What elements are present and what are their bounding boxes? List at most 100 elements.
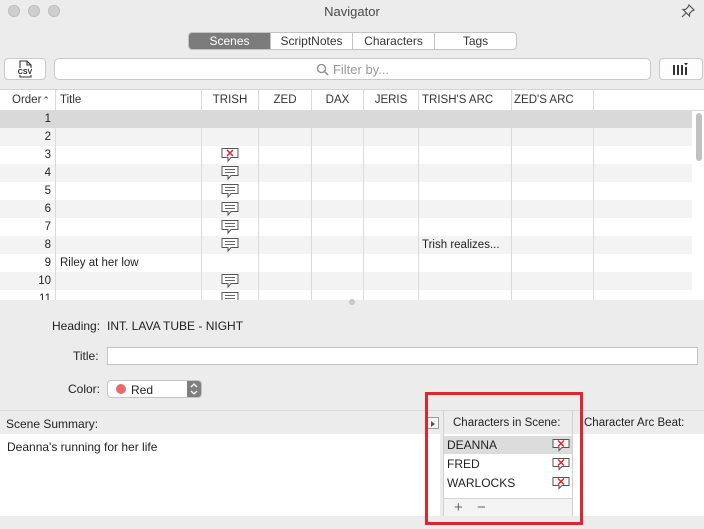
table-row[interactable]: 10 [0, 272, 692, 290]
trish-arc-cell [419, 182, 512, 200]
tab-tags[interactable]: Tags [435, 33, 516, 49]
table-row[interactable]: 5 [0, 182, 692, 200]
table-cell [312, 110, 364, 128]
updown-chevron-icon [187, 381, 201, 397]
table-row[interactable]: 4 [0, 164, 692, 182]
highlight-annotation [425, 392, 583, 525]
column-header-order[interactable]: Order⌃ [0, 90, 56, 110]
trish-cell [202, 272, 259, 290]
columns-icon [673, 63, 688, 75]
split-resize-handle[interactable] [349, 299, 355, 305]
trish-arc-cell [419, 254, 512, 272]
table-cell [512, 218, 594, 236]
trish-cell [202, 200, 259, 218]
column-header-title[interactable]: Title [56, 90, 202, 110]
trish-cell [202, 236, 259, 254]
column-header-trish-arc[interactable]: TRISH'S ARC [419, 90, 512, 110]
table-scrollbar-thumb[interactable] [696, 113, 702, 161]
table-row[interactable]: 3 [0, 146, 692, 164]
order-cell: 2 [0, 128, 56, 146]
order-cell: 5 [0, 182, 56, 200]
export-csv-button[interactable]: CSV [4, 58, 46, 80]
column-header-dax[interactable]: DAX [312, 90, 364, 110]
table-cell [364, 254, 419, 272]
note-removed-icon[interactable] [220, 147, 240, 164]
table-cell [259, 164, 312, 182]
title-cell [56, 146, 202, 164]
scenes-table: Order⌃ Title TRISH ZED DAX JERIS TRISH'S… [0, 89, 704, 300]
trish-cell [202, 128, 259, 146]
scene-summary-label: Scene Summary: [6, 417, 99, 431]
title-cell [56, 290, 202, 300]
title-cell [56, 110, 202, 128]
title-cell [56, 128, 202, 146]
table-header: Order⌃ Title TRISH ZED DAX JERIS TRISH'S… [0, 90, 704, 111]
table-row[interactable]: 1 [0, 110, 692, 128]
color-value: Red [131, 383, 154, 397]
table-cell [259, 218, 312, 236]
order-cell: 10 [0, 272, 56, 290]
trish-arc-cell [419, 164, 512, 182]
note-bubble-icon[interactable] [220, 183, 240, 200]
scene-summary-textarea[interactable]: Deanna's running for her life [0, 434, 440, 516]
table-cell [312, 236, 364, 254]
table-cell [512, 200, 594, 218]
table-cell [312, 182, 364, 200]
order-cell: 4 [0, 164, 56, 182]
note-bubble-icon[interactable] [220, 219, 240, 236]
table-cell [364, 128, 419, 146]
title-input[interactable] [107, 347, 698, 365]
table-cell [312, 272, 364, 290]
table-row[interactable]: 11 [0, 290, 692, 300]
column-header-zed-arc[interactable]: ZED'S ARC [512, 90, 594, 110]
title-cell [56, 200, 202, 218]
character-arc-beat-field[interactable] [573, 434, 704, 516]
column-header-jeris[interactable]: JERIS [364, 90, 419, 110]
table-row[interactable]: 9 Riley at her low [0, 254, 692, 272]
color-label: Color: [68, 382, 101, 396]
table-row[interactable]: 7 [0, 218, 692, 236]
note-bubble-icon[interactable] [220, 165, 240, 182]
table-cell [364, 164, 419, 182]
table-cell [512, 110, 594, 128]
order-cell: 11 [0, 290, 56, 300]
table-cell [364, 218, 419, 236]
column-header-trish[interactable]: TRISH [202, 90, 259, 110]
column-header-zed[interactable]: ZED [259, 90, 312, 110]
table-cell [512, 290, 594, 300]
table-cell [312, 290, 364, 300]
filter-input[interactable]: Filter by... [54, 58, 651, 80]
table-cell [512, 272, 594, 290]
note-bubble-icon[interactable] [220, 273, 240, 290]
column-options-button[interactable] [659, 58, 703, 80]
table-row[interactable]: 8 Trish realizes... [0, 236, 692, 254]
table-cell [259, 146, 312, 164]
table-row[interactable]: 6 [0, 200, 692, 218]
title-cell [56, 164, 202, 182]
trish-cell [202, 254, 259, 272]
tab-scenes[interactable]: Scenes [189, 33, 271, 49]
filter-placeholder: Filter by... [332, 61, 390, 77]
table-cell [259, 200, 312, 218]
trish-cell [202, 218, 259, 236]
csv-file-icon: CSV [17, 60, 33, 78]
tab-characters[interactable]: Characters [353, 33, 435, 49]
table-cell [512, 164, 594, 182]
trish-cell [202, 110, 259, 128]
table-cell [312, 218, 364, 236]
note-bubble-icon[interactable] [220, 237, 240, 254]
table-cell [259, 272, 312, 290]
note-bubble-icon[interactable] [220, 201, 240, 218]
table-row[interactable]: 2 [0, 128, 692, 146]
pin-icon[interactable] [680, 3, 696, 19]
table-cell [312, 164, 364, 182]
tab-scriptnotes[interactable]: ScriptNotes [271, 33, 353, 49]
color-select[interactable]: Red [107, 380, 202, 398]
trish-arc-cell [419, 272, 512, 290]
table-cell [512, 182, 594, 200]
title-cell [56, 182, 202, 200]
table-cell [364, 110, 419, 128]
table-cell [364, 236, 419, 254]
note-bubble-icon[interactable] [220, 291, 240, 300]
character-arc-beat-label: Character Arc Beat: [584, 417, 685, 429]
